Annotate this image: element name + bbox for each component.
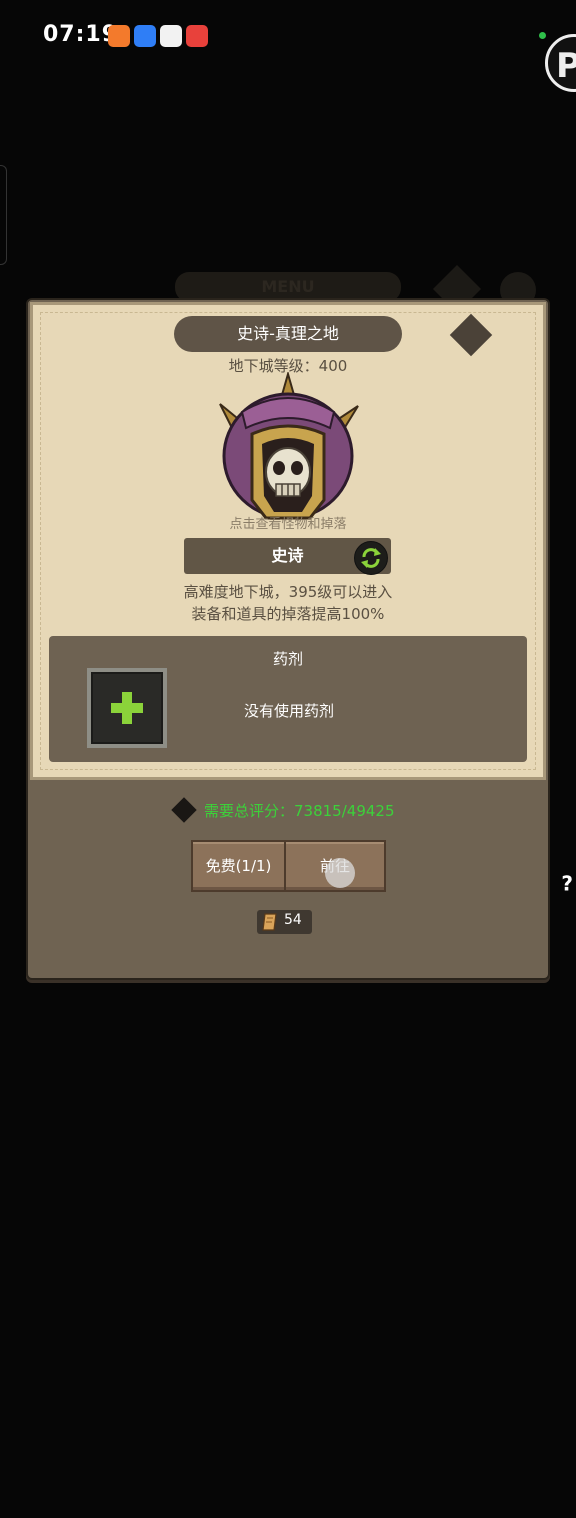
floating-app-badge[interactable]: P: [545, 34, 576, 92]
edge-panel-handle[interactable]: [0, 165, 7, 265]
dungeon-description: 高难度地下城，395级可以进入 装备和道具的掉落提高100%: [140, 581, 436, 625]
recording-indicator: [539, 32, 546, 39]
description-line-2: 装备和道具的掉落提高100%: [191, 605, 385, 623]
app-icon-white: [160, 25, 182, 47]
touch-indicator: [325, 858, 355, 888]
ticket-count: 54: [284, 912, 302, 928]
app-icon-blue: [134, 25, 156, 47]
potion-title: 药剂: [272, 650, 303, 668]
refresh-difficulty-button[interactable]: [354, 541, 388, 575]
badge-letter: P: [556, 46, 576, 86]
required-score: 需要总评分：73815/49425: [204, 802, 395, 820]
plus-icon: [111, 692, 143, 724]
ticket-counter: 54: [257, 910, 312, 934]
difficulty-bar: 史诗: [184, 538, 391, 575]
status-app-icons: [108, 25, 208, 47]
potion-section: 药剂 没有使用药剂: [49, 636, 527, 762]
description-line-1: 高难度地下城，395级可以进入: [183, 583, 393, 601]
boss-portrait[interactable]: [212, 372, 364, 524]
status-time: 07:19: [43, 22, 119, 47]
refresh-icon: [361, 548, 381, 568]
app-icon-orange: [108, 25, 130, 47]
scroll-ticket-icon: [262, 913, 277, 931]
question-icon: ?: [561, 871, 573, 896]
free-entry-button[interactable]: 免费(1/1): [191, 840, 285, 892]
app-icon-red: [186, 25, 208, 47]
boss-caption[interactable]: 点击查看怪物和掉落: [190, 513, 386, 532]
potion-empty-text: 没有使用药剂: [243, 702, 334, 720]
dungeon-title: 史诗-真理之地: [174, 316, 402, 352]
potion-slot[interactable]: [87, 668, 167, 748]
